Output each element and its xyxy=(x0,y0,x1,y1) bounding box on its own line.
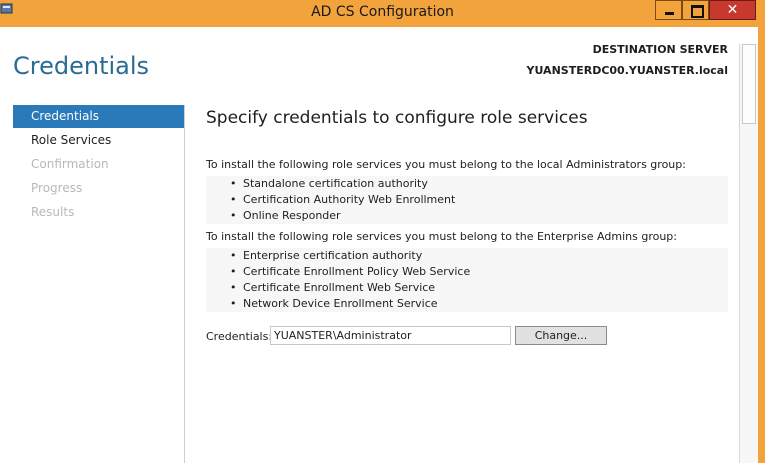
list-item: • Certificate Enrollment Web Service xyxy=(230,280,728,296)
bullet-icon: • xyxy=(230,281,237,294)
nav-item-results: Results xyxy=(31,205,75,219)
credentials-field[interactable] xyxy=(270,326,511,345)
role-label: Certification Authority Web Enrollment xyxy=(243,193,456,206)
page-title: Credentials xyxy=(13,52,150,80)
destination-server-label: DESTINATION SERVER xyxy=(592,43,728,56)
bullet-icon: • xyxy=(230,297,237,310)
maximize-button[interactable] xyxy=(682,0,709,20)
local-admins-role-list: • Standalone certification authority • Cer… xyxy=(206,176,728,224)
title-bar: AD CS Configuration ✕ xyxy=(0,0,765,27)
minimize-button[interactable] xyxy=(655,0,682,20)
nav-item-confirmation: Confirmation xyxy=(31,157,109,171)
bullet-icon: • xyxy=(230,193,237,206)
bullet-icon: • xyxy=(230,265,237,278)
role-label: Standalone certification authority xyxy=(243,177,428,190)
nav-item-progress: Progress xyxy=(31,181,83,195)
list-item: • Network Device Enrollment Service xyxy=(230,296,728,312)
window-border xyxy=(758,27,765,463)
list-item: • Enterprise certification authority xyxy=(230,248,728,264)
bullet-icon: • xyxy=(230,209,237,222)
role-label: Network Device Enrollment Service xyxy=(243,297,438,310)
section-heading: Specify credentials to configure role se… xyxy=(206,108,588,128)
bullet-icon: • xyxy=(230,177,237,190)
close-icon: ✕ xyxy=(726,2,739,18)
bullet-icon: • xyxy=(230,249,237,262)
change-credentials-button[interactable]: Change... xyxy=(515,326,607,345)
local-admins-text: To install the following role services y… xyxy=(206,158,686,171)
role-label: Certificate Enrollment Web Service xyxy=(243,281,436,294)
destination-server-value: YUANSTERDC00.YUANSTER.local xyxy=(526,64,729,77)
list-item: • Certification Authority Web Enrollment xyxy=(230,192,728,208)
nav-item-credentials[interactable]: Credentials xyxy=(13,105,184,128)
role-label: Online Responder xyxy=(243,209,341,222)
list-item: • Certificate Enrollment Policy Web Servi… xyxy=(230,264,728,280)
list-item: • Standalone certification authority xyxy=(230,176,728,192)
nav-item-role-services[interactable]: Role Services xyxy=(13,129,184,152)
wizard-nav: Credentials Role Services Confirmation P… xyxy=(0,105,185,463)
close-button[interactable]: ✕ xyxy=(709,0,756,20)
window-title: AD CS Configuration xyxy=(311,4,454,20)
role-label: Certificate Enrollment Policy Web Servic… xyxy=(243,265,471,278)
list-item: • Online Responder xyxy=(230,208,728,224)
wizard-client-area: Credentials DESTINATION SERVER YUANSTERD… xyxy=(0,27,758,463)
enterprise-admins-text: To install the following role services y… xyxy=(206,230,677,243)
credentials-label: Credentials: xyxy=(206,330,273,343)
scrollbar-thumb[interactable] xyxy=(742,44,756,124)
role-label: Enterprise certification authority xyxy=(243,249,423,262)
enterprise-admins-role-list: • Enterprise certification authority • Cer… xyxy=(206,248,728,312)
